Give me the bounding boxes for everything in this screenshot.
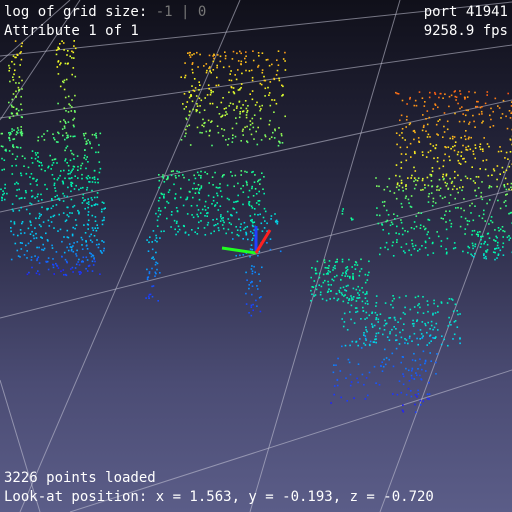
grid-size-readout: log of grid size: -1 | 0: [4, 4, 206, 21]
fps-counter: 9258.9 fps: [423, 23, 508, 39]
grid-size-separator: |: [181, 4, 190, 20]
points-loaded-status: 3226 points loaded: [4, 470, 156, 486]
grid-size-value-b: 0: [197, 4, 207, 20]
grid-size-value-a: -1: [155, 4, 173, 20]
point-cloud-viewport[interactable]: log of grid size: -1 | 0 Attribute 1 of …: [0, 0, 512, 512]
attribute-label: Attribute 1 of 1: [4, 23, 139, 39]
grid-size-label: log of grid size:: [4, 4, 148, 20]
port-label: port 41941: [423, 4, 508, 20]
lookat-position-status: Look-at position: x = 1.563, y = -0.193,…: [4, 489, 434, 505]
x-axis-line: [254, 229, 272, 254]
point-cloud-scene[interactable]: [0, 0, 512, 512]
